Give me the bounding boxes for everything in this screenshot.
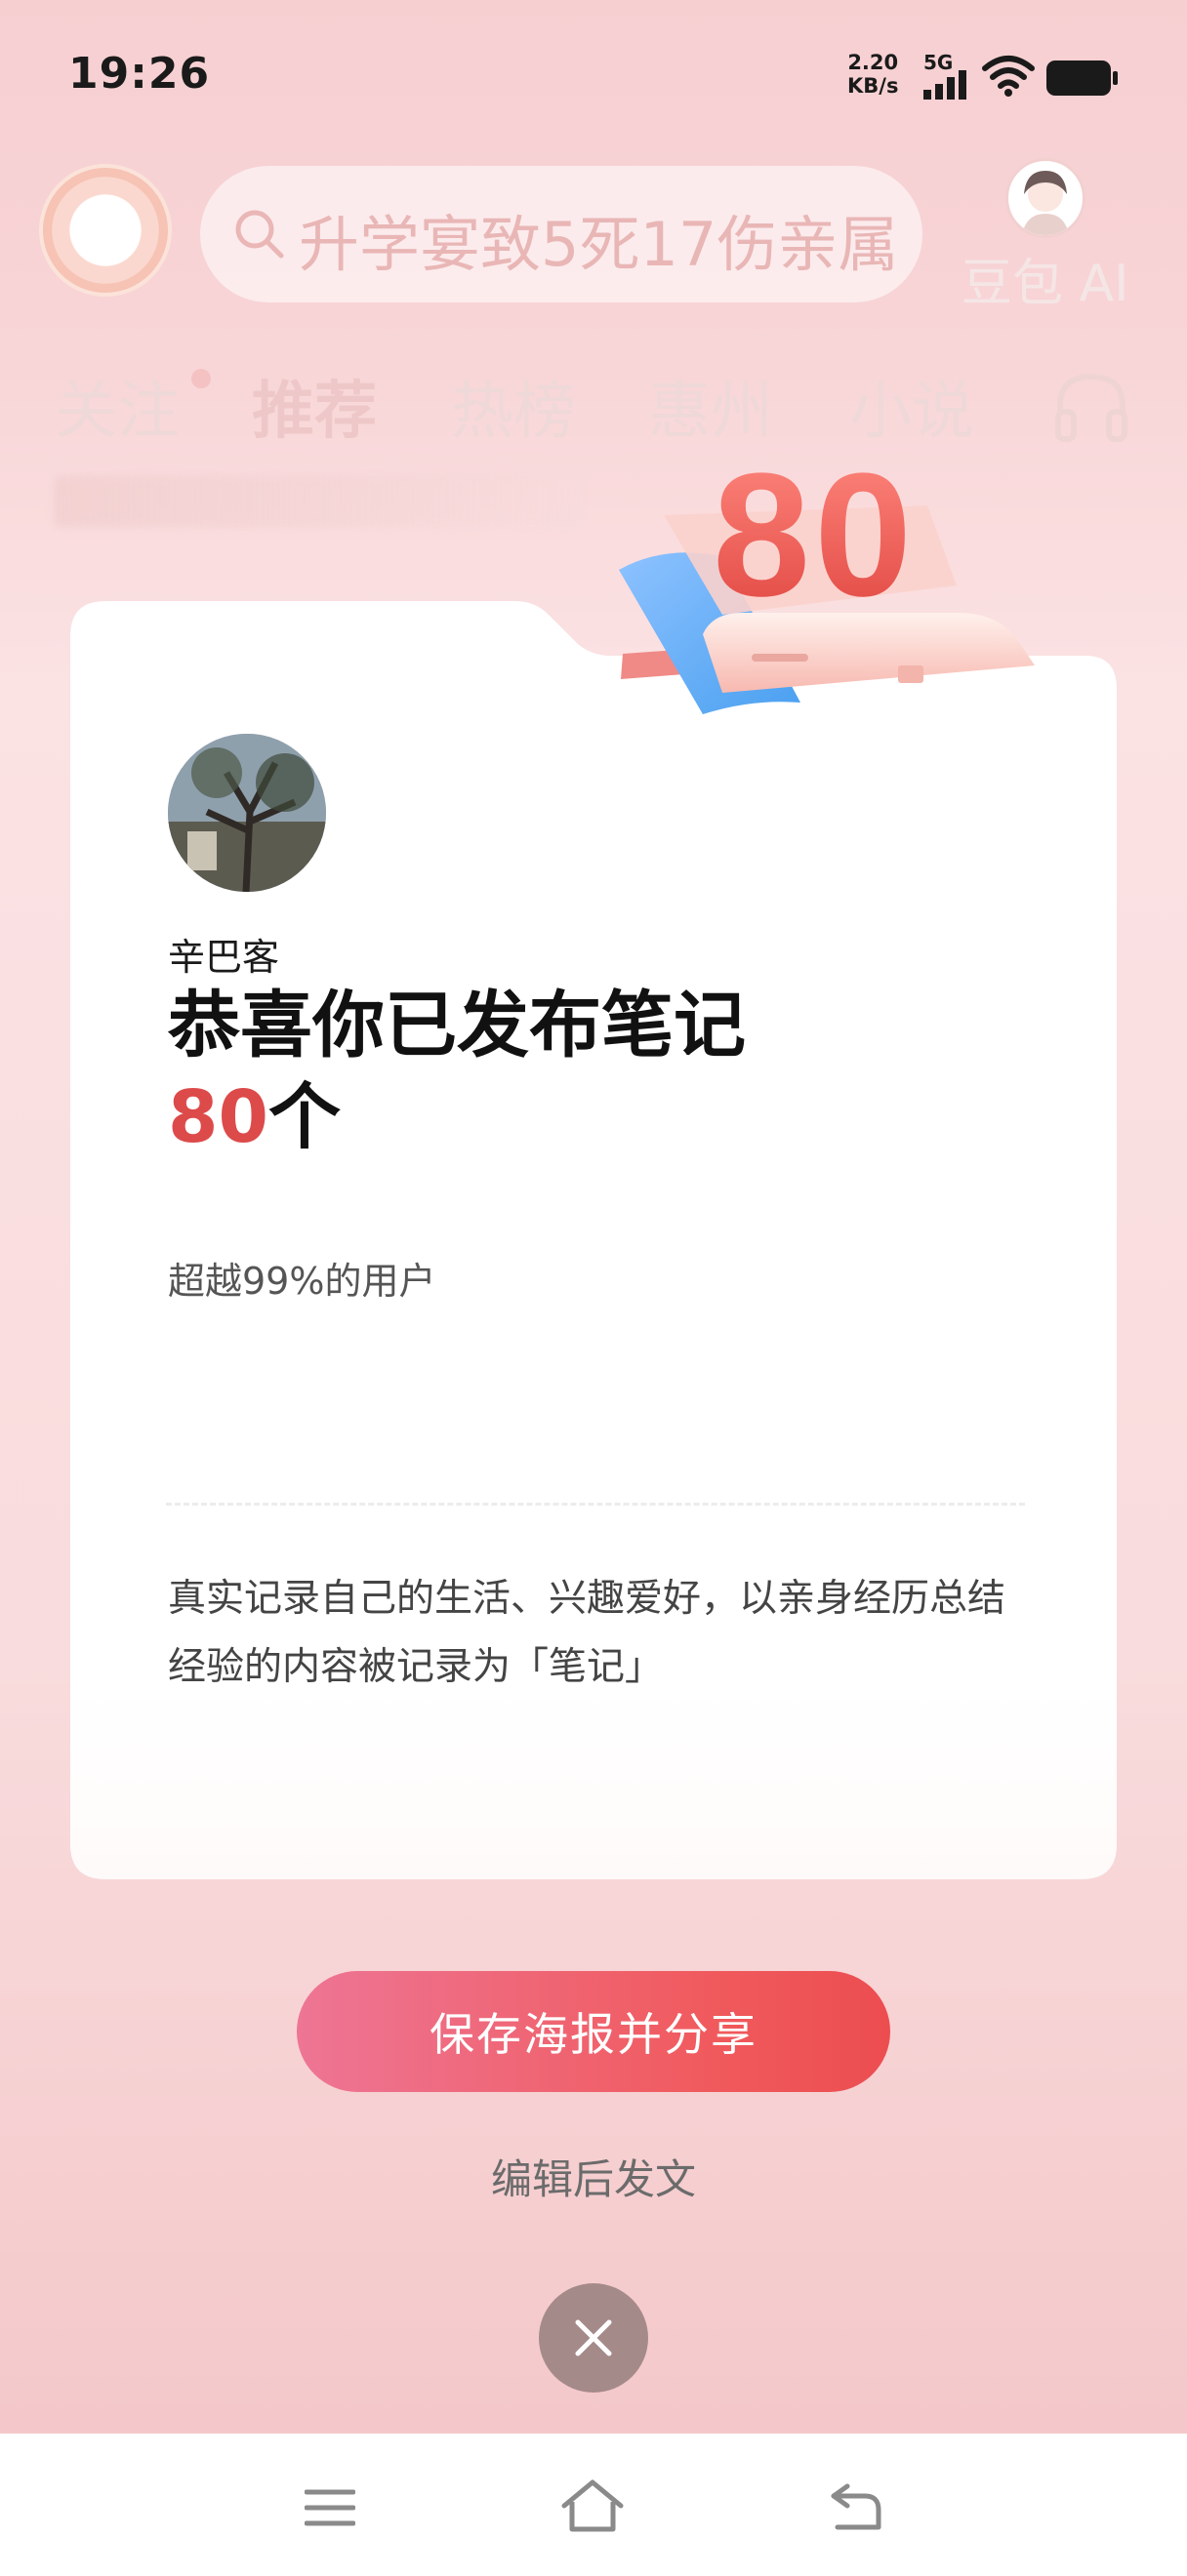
network-speed-unit: KB/s [847, 74, 899, 98]
ai-avatar-icon [1022, 171, 1069, 235]
feed-item-blurred [55, 476, 582, 527]
headphone-icon[interactable] [1052, 369, 1130, 443]
note-description: 真实记录自己的生活、兴趣爱好，以亲身经历总结经验的内容被记录为「笔记」 [168, 1577, 1006, 1689]
save-and-share-button[interactable]: 保存海报并分享 [297, 1971, 890, 2092]
app-logo-icon[interactable] [39, 164, 172, 297]
badge-80-graphic: 80 [619, 437, 1035, 714]
network-speed: 2.20 KB/s [847, 51, 898, 98]
note-count: 80个 [168, 1073, 341, 1161]
battery-icon [1046, 60, 1118, 96]
badge-number: 80 [713, 437, 916, 633]
congrats-headline: 恭喜你已发布笔记 [168, 984, 746, 1067]
menu-icon[interactable] [305, 2486, 355, 2529]
search-icon [235, 210, 284, 259]
tab-recommend[interactable]: 推荐 [252, 361, 377, 451]
username: 辛巴客 [168, 936, 280, 979]
home-icon[interactable] [560, 2478, 625, 2533]
note-count-unit: 个 [267, 1075, 341, 1159]
tab-follow[interactable]: 关注 [55, 361, 180, 451]
search-placeholder: 升学宴致5死17伤亲属 [299, 209, 899, 280]
follow-unread-dot [191, 369, 211, 388]
back-icon[interactable] [828, 2482, 882, 2533]
status-time: 19:26 [68, 49, 211, 99]
user-avatar [168, 734, 326, 892]
ai-assistant-avatar[interactable] [1005, 158, 1085, 238]
edit-then-post-link[interactable]: 编辑后发文 [0, 2147, 1187, 2206]
percentile-text: 超越99%的用户 [168, 1260, 436, 1303]
close-icon [575, 2319, 612, 2356]
card-divider [166, 1503, 1025, 1506]
tab-hot[interactable]: 热榜 [451, 361, 576, 451]
note-count-value: 80 [168, 1075, 268, 1159]
signal-bars-icon [923, 70, 966, 100]
tree-photo-icon [168, 734, 326, 892]
close-button[interactable] [539, 2283, 648, 2393]
ai-assistant-label[interactable]: 豆包 AI [962, 242, 1128, 315]
wifi-icon [982, 56, 1035, 97]
network-speed-value: 2.20 [847, 51, 899, 74]
